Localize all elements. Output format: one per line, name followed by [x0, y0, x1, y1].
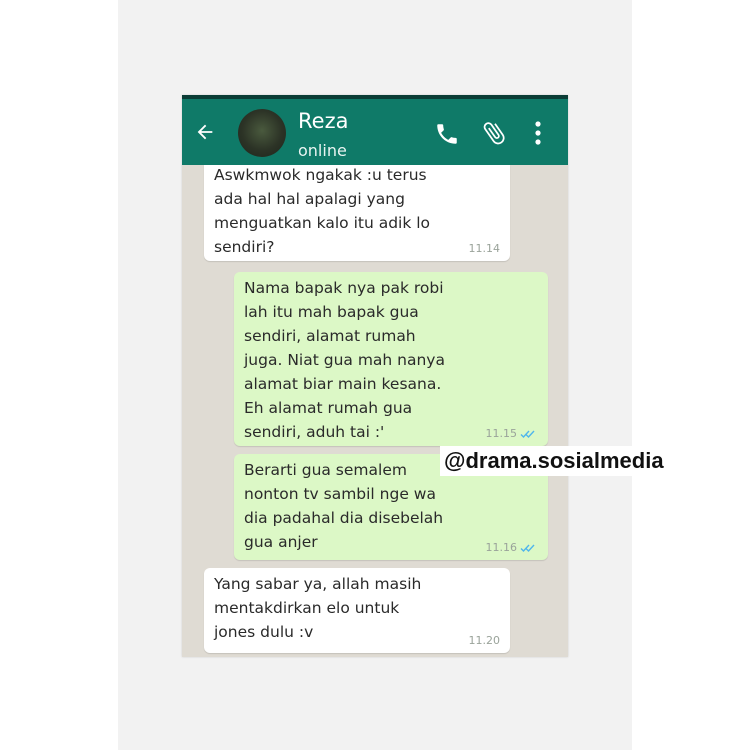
- phone-icon[interactable]: [434, 121, 460, 147]
- chat-header: Reza online: [182, 99, 568, 165]
- message-bubble-incoming[interactable]: Aswkmwok ngakak :u terus ada hal hal apa…: [204, 165, 510, 261]
- avatar[interactable]: [238, 109, 286, 157]
- read-ticks-icon: [520, 430, 535, 438]
- message-bubble-incoming[interactable]: Yang sabar ya, allah masih mentakdirkan …: [204, 568, 510, 653]
- message-text: Nama bapak nya pak robi lah itu mah bapa…: [244, 279, 445, 441]
- message-list[interactable]: Aswkmwok ngakak :u terus ada hal hal apa…: [182, 165, 568, 657]
- message-text: Aswkmwok ngakak :u terus ada hal hal apa…: [214, 166, 431, 256]
- message-meta: 11.20: [469, 634, 501, 647]
- message-time: 11.20: [468, 634, 501, 647]
- paperclip-icon[interactable]: [480, 119, 508, 147]
- message-meta: 11.16: [486, 541, 539, 554]
- chat-screen: Reza online Aswkmwok ngakak :u terus ada…: [182, 95, 568, 657]
- message-meta: 11.15: [486, 427, 539, 440]
- contact-name[interactable]: Reza: [298, 109, 348, 133]
- message-time: 11.14: [468, 242, 501, 255]
- message-meta: 11.14: [469, 242, 501, 255]
- more-vertical-icon[interactable]: [532, 119, 544, 147]
- message-text: Yang sabar ya, allah masih mentakdirkan …: [214, 575, 422, 641]
- message-time: 11.15: [485, 427, 518, 440]
- message-time: 11.16: [485, 541, 518, 554]
- message-bubble-outgoing[interactable]: Nama bapak nya pak robi lah itu mah bapa…: [234, 272, 548, 446]
- read-ticks-icon: [520, 544, 535, 552]
- contact-status: online: [298, 141, 347, 160]
- watermark-label: @drama.sosialmedia: [440, 446, 668, 476]
- message-text: Berarti gua semalem nonton tv sambil nge…: [244, 461, 444, 551]
- back-arrow-icon[interactable]: [194, 121, 216, 143]
